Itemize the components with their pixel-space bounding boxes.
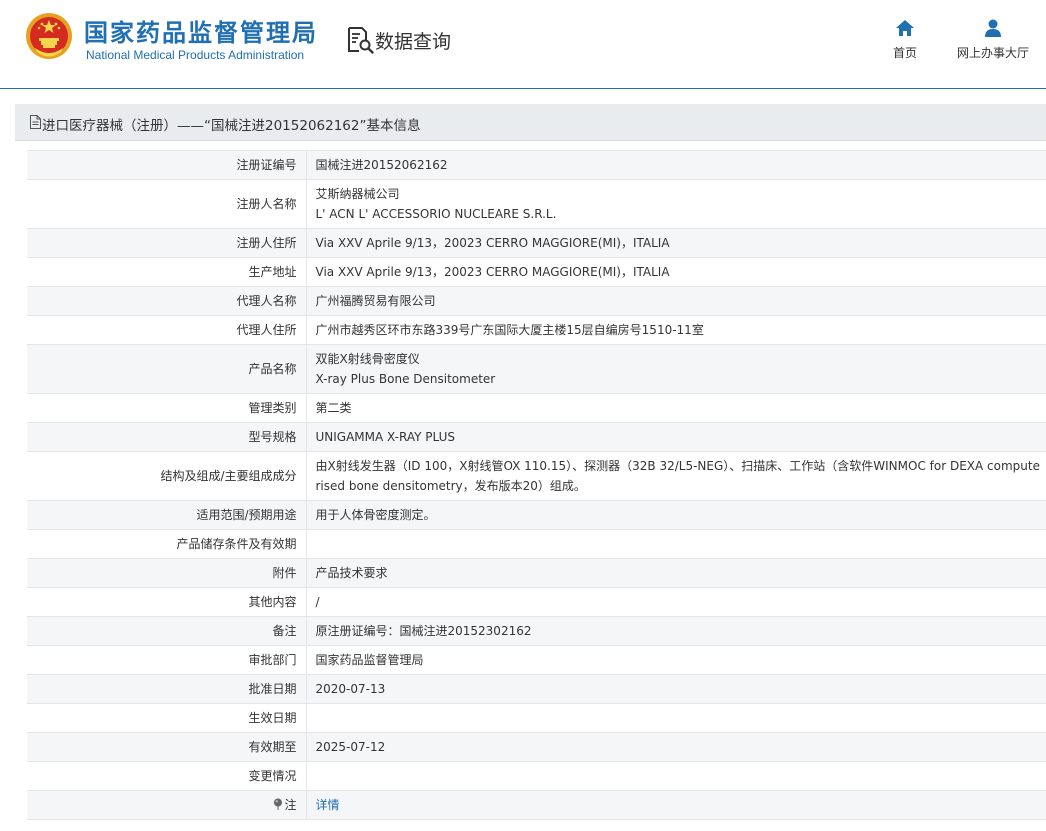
row-value: 广州市越秀区环市东路339号广东国际大厦主楼15层自编房号1510-11室: [306, 315, 1046, 345]
site-name-en: National Medical Products Administration: [86, 48, 305, 62]
table-row: 其他内容 /: [27, 587, 1046, 617]
row-value: 国械注进20152062162: [306, 150, 1046, 180]
table-row: 生产地址 Via XXV Aprile 9/13，20023 CERRO MAG…: [27, 257, 1046, 287]
row-value: 由X射线发生器（ID 100，X射线管OX 110.15）、探测器（32B 32…: [306, 451, 1046, 501]
table-row: 注册人名称 艾斯纳器械公司 L' ACN L' ACCESSORIO NUCLE…: [27, 179, 1046, 229]
national-emblem-icon: [26, 13, 72, 59]
table-row: 产品名称 双能X射线骨密度仪 X-ray Plus Bone Densitome…: [27, 344, 1046, 394]
row-value: Via XXV Aprile 9/13，20023 CERRO MAGGIORE…: [306, 257, 1046, 287]
row-value: 艾斯纳器械公司 L' ACN L' ACCESSORIO NUCLEARE S.…: [306, 179, 1046, 229]
registrant-name-cn: 艾斯纳器械公司: [315, 187, 400, 201]
table-row: 代理人住所 广州市越秀区环市东路339号广东国际大厦主楼15层自编房号1510-…: [27, 315, 1046, 345]
table-row: 注册人住所 Via XXV Aprile 9/13，20023 CERRO MA…: [27, 228, 1046, 258]
site-header: 国家药品监督管理局 National Medical Products Admi…: [0, 0, 1046, 89]
row-label: 代理人住所: [27, 315, 307, 345]
document-search-icon: [348, 27, 374, 54]
row-value: UNIGAMMA X-RAY PLUS: [306, 422, 1046, 452]
row-label: 产品名称: [27, 344, 307, 394]
row-label: 附件: [27, 558, 307, 588]
row-value: [306, 761, 1046, 791]
note-label: 注: [284, 798, 297, 812]
table-row: 产品储存条件及有效期: [27, 529, 1046, 559]
row-value: /: [306, 587, 1046, 617]
details-link[interactable]: 详情: [316, 798, 340, 812]
row-label: 变更情况: [27, 761, 307, 791]
row-value: [306, 529, 1046, 559]
pin-icon: [274, 798, 283, 810]
table-row: 适用范围/预期用途 用于人体骨密度测定。: [27, 500, 1046, 530]
row-value: 2020-07-13: [306, 674, 1046, 704]
row-label: 其他内容: [27, 587, 307, 617]
row-value: 详情: [306, 790, 1046, 820]
product-name-en: X-ray Plus Bone Densitometer: [315, 372, 496, 386]
row-label: 注册人名称: [27, 179, 307, 229]
table-row: 结构及组成/主要组成成分 由X射线发生器（ID 100，X射线管OX 110.1…: [27, 451, 1046, 501]
table-row: 备注 原注册证编号：国械注进20152302162: [27, 616, 1046, 646]
table-row: 注册证编号 国械注进20152062162: [27, 150, 1046, 180]
row-value: 产品技术要求: [306, 558, 1046, 588]
registrant-name-en: L' ACN L' ACCESSORIO NUCLEARE S.R.L.: [315, 207, 557, 221]
row-value: 用于人体骨密度测定。: [306, 500, 1046, 530]
row-value: 双能X射线骨密度仪 X-ray Plus Bone Densitometer: [306, 344, 1046, 394]
table-row: 代理人名称 广州福腾贸易有限公司: [27, 286, 1046, 316]
nav-home[interactable]: 首页: [886, 18, 924, 61]
data-query-title: 数据查询: [346, 25, 451, 55]
row-label: 审批部门: [27, 645, 307, 675]
table-row: 注 详情: [27, 790, 1046, 820]
table-row: 附件 产品技术要求: [27, 558, 1046, 588]
row-label: 代理人名称: [27, 286, 307, 316]
panel-title-bar: 进口医疗器械（注册）——“国械注进20152062162”基本信息: [15, 104, 1046, 141]
table-row: 生效日期: [27, 703, 1046, 733]
row-label: 有效期至: [27, 732, 307, 762]
row-value: 原注册证编号：国械注进20152302162: [306, 616, 1046, 646]
row-label: 注册人住所: [27, 228, 307, 258]
data-query-label: 数据查询: [375, 30, 452, 53]
row-label: 生产地址: [27, 257, 307, 287]
row-label: 备注: [27, 616, 307, 646]
nav-home-label: 首页: [892, 46, 917, 60]
row-label: 产品储存条件及有效期: [27, 529, 307, 559]
row-value: Via XXV Aprile 9/13，20023 CERRO MAGGIORE…: [306, 228, 1046, 258]
row-value: 国家药品监督管理局: [306, 645, 1046, 675]
row-label: 结构及组成/主要组成成分: [27, 451, 307, 501]
device-info-panel: 进口医疗器械（注册）——“国械注进20152062162”基本信息 注册证编号 …: [15, 104, 1046, 831]
row-label: 管理类别: [27, 393, 307, 423]
user-icon: [985, 19, 1001, 37]
product-name-cn: 双能X射线骨密度仪: [315, 352, 420, 366]
nav-online-service-label: 网上办事大厅: [956, 46, 1029, 60]
home-icon: [896, 20, 914, 36]
table-row: 审批部门 国家药品监督管理局: [27, 645, 1046, 675]
row-label-note: 注: [27, 790, 307, 820]
table-row: 批准日期 2020-07-13: [27, 674, 1046, 704]
nav-online-service-hall[interactable]: 网上办事大厅: [952, 18, 1034, 61]
row-label: 适用范围/预期用途: [27, 500, 307, 530]
site-name-cn: 国家药品监督管理局: [84, 19, 318, 47]
row-label: 型号规格: [27, 422, 307, 452]
row-value: [306, 703, 1046, 733]
table-row: 有效期至 2025-07-12: [27, 732, 1046, 762]
table-row: 管理类别 第二类: [27, 393, 1046, 423]
row-label: 生效日期: [27, 703, 307, 733]
table-row: 型号规格 UNIGAMMA X-RAY PLUS: [27, 422, 1046, 452]
document-icon: [30, 115, 41, 129]
row-value: 2025-07-12: [306, 732, 1046, 762]
row-label: 注册证编号: [27, 150, 307, 180]
table-row: 变更情况: [27, 761, 1046, 791]
panel-title: 进口医疗器械（注册）——“国械注进20152062162”基本信息: [42, 118, 421, 134]
row-label: 批准日期: [27, 674, 307, 704]
row-value: 广州福腾贸易有限公司: [306, 286, 1046, 316]
registration-info-table: 注册证编号 国械注进20152062162 注册人名称 艾斯纳器械公司 L' A…: [27, 150, 1046, 820]
row-value: 第二类: [306, 393, 1046, 423]
